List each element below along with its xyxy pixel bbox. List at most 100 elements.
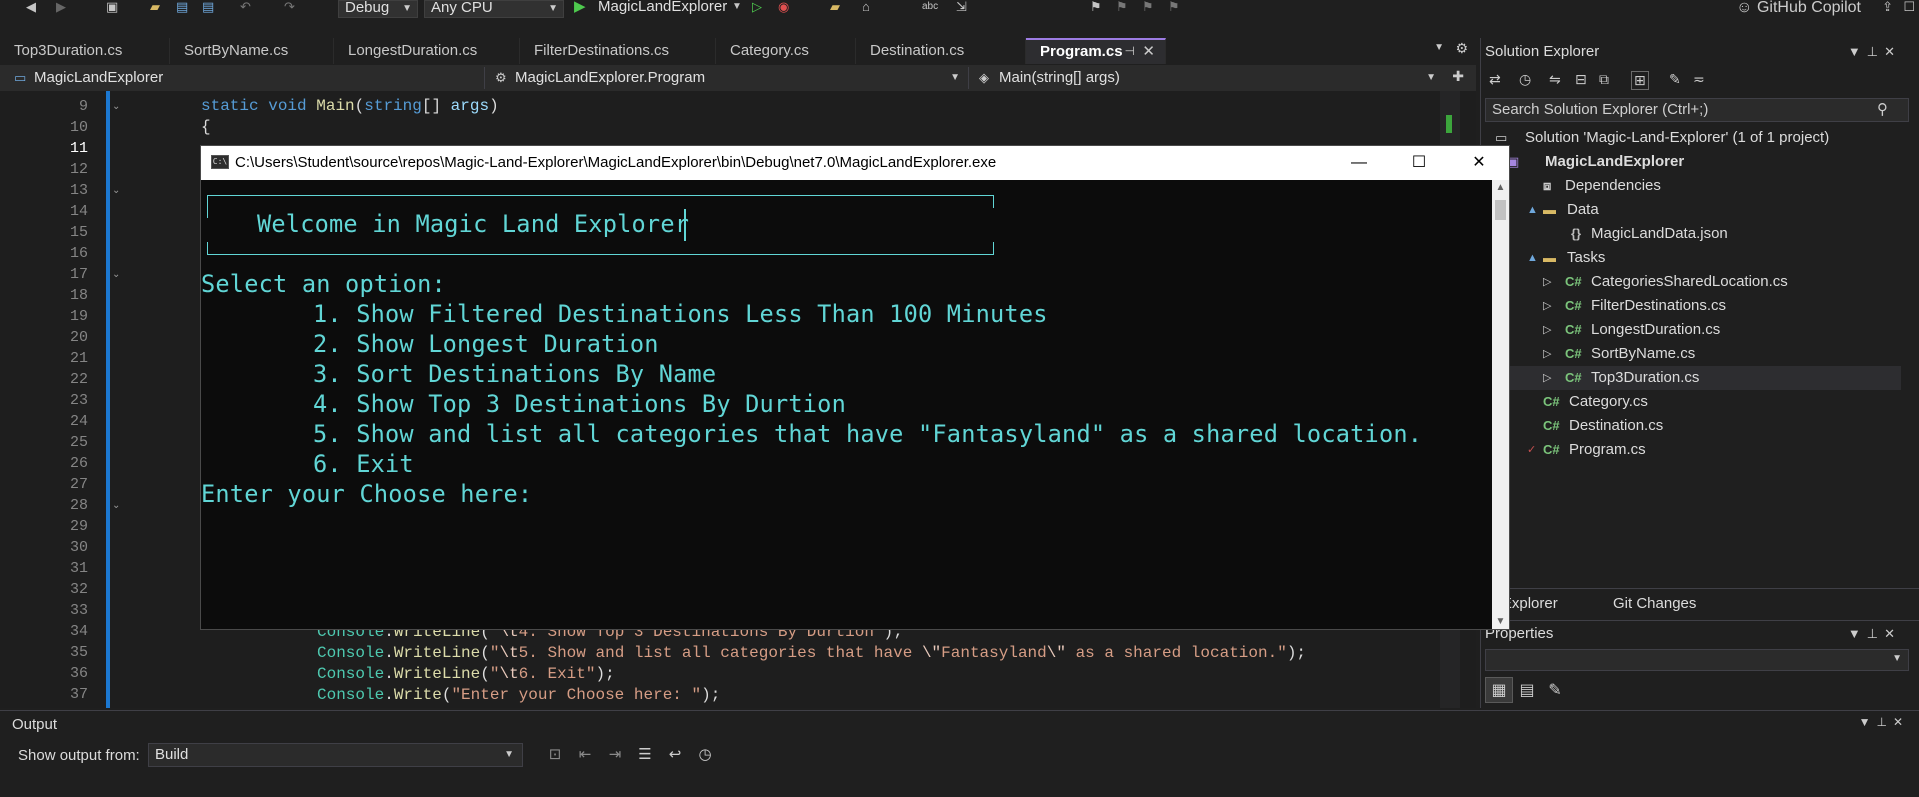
fold-toggle-icon[interactable]: ⌄ bbox=[112, 101, 120, 112]
collapse-all-icon[interactable]: ⊟ bbox=[1575, 71, 1587, 88]
close-icon[interactable]: ✕ bbox=[1884, 44, 1901, 59]
tab-git-changes[interactable]: Git Changes bbox=[1613, 589, 1696, 619]
platform-select[interactable]: Any CPU ▼ bbox=[424, 0, 564, 18]
console-titlebar[interactable]: C:\ C:\Users\Student\source\repos\Magic-… bbox=[201, 146, 1509, 180]
chevron-down-icon[interactable]: ▼ bbox=[1848, 626, 1867, 641]
clear-all-icon[interactable]: ☰ bbox=[630, 745, 660, 763]
next-message-icon[interactable]: ⇥ bbox=[600, 745, 630, 763]
pin-icon[interactable]: ⊣ bbox=[1125, 40, 1135, 63]
member-select[interactable]: ◈ Main(string[] args) ▼ bbox=[968, 67, 1444, 89]
redo-icon[interactable]: ↷ bbox=[284, 0, 295, 16]
filter-icon[interactable]: ⊞ bbox=[1631, 71, 1649, 90]
bookmark-icon[interactable]: ⚑ bbox=[1090, 0, 1102, 16]
class-select[interactable]: ⚙ MagicLandExplorer.Program ▼ bbox=[484, 67, 968, 89]
csharp-file-icon: C# bbox=[1565, 346, 1582, 361]
navigation-bar: ▭ MagicLandExplorer ⚙ MagicLandExplorer.… bbox=[0, 65, 1476, 91]
preview-icon[interactable]: ≂ bbox=[1693, 71, 1705, 88]
save-icon[interactable]: ▤ bbox=[176, 0, 188, 16]
property-pages-icon[interactable]: ✎ bbox=[1541, 678, 1569, 704]
show-all-files-icon[interactable]: ⧉ bbox=[1599, 71, 1609, 88]
prev-message-icon[interactable]: ⇤ bbox=[570, 745, 600, 763]
close-icon[interactable]: ✕ bbox=[1142, 40, 1155, 63]
chevron-down-icon[interactable]: ▼ bbox=[732, 0, 742, 16]
sync-icon[interactable]: ⇋ bbox=[1549, 71, 1561, 88]
properties-object-select[interactable]: ▼ bbox=[1485, 649, 1909, 671]
maximize-button[interactable]: ☐ bbox=[1389, 146, 1449, 180]
categorized-icon[interactable]: ▦ bbox=[1485, 677, 1513, 703]
tab-longestduration[interactable]: LongestDuration.cs bbox=[334, 38, 520, 64]
pin-icon[interactable]: ⊥ bbox=[1867, 44, 1884, 59]
method-icon: ◈ bbox=[979, 70, 989, 85]
save-all-icon[interactable]: ▤ bbox=[202, 0, 214, 16]
close-button[interactable]: ✕ bbox=[1449, 146, 1509, 180]
output-source-select[interactable]: Build ▼ bbox=[148, 743, 523, 767]
solution-search-input[interactable]: Search Solution Explorer (Ctrl+;) ⚲ bbox=[1485, 98, 1909, 122]
configuration-select[interactable]: Debug ▼ bbox=[338, 0, 418, 18]
line-number: 17 bbox=[69, 266, 88, 283]
line-number: 10 bbox=[69, 119, 88, 136]
share-icon[interactable]: ⇪ bbox=[1882, 0, 1893, 16]
fold-toggle-icon[interactable]: ⌄ bbox=[112, 500, 120, 511]
line-number: 21 bbox=[69, 350, 88, 367]
tab-program[interactable]: Program.cs ⊣ ✕ bbox=[1026, 38, 1166, 64]
tree-item-file-selected[interactable]: ▷ C# Top3Duration.cs bbox=[1481, 366, 1901, 390]
hot-reload-icon[interactable]: ◉ bbox=[778, 0, 789, 16]
pin-icon[interactable]: ⊥ bbox=[1876, 715, 1892, 729]
line-number: 36 bbox=[69, 665, 88, 682]
timestamp-icon[interactable]: ◷ bbox=[690, 745, 720, 763]
expand-arrow-icon[interactable]: ▷ bbox=[1543, 366, 1551, 390]
fold-toggle-icon[interactable]: ⌄ bbox=[112, 185, 120, 196]
open-folder-icon[interactable]: ▰ bbox=[150, 0, 160, 16]
back-icon[interactable]: ◀ bbox=[26, 0, 36, 16]
expand-arrow-icon[interactable]: ▷ bbox=[1543, 294, 1551, 318]
tab-sortbyname[interactable]: SortByName.cs bbox=[170, 38, 334, 64]
forward-icon[interactable]: ▶ bbox=[56, 0, 66, 16]
pin-icon[interactable]: ⊥ bbox=[1867, 626, 1884, 641]
close-icon[interactable]: ✕ bbox=[1884, 626, 1901, 641]
project-scope-select[interactable]: ▭ MagicLandExplorer bbox=[4, 67, 484, 89]
bookmark-next-icon[interactable]: ⚑ bbox=[1142, 0, 1154, 16]
start-debug-icon[interactable]: ▶ bbox=[574, 0, 586, 16]
history-icon[interactable]: ◷ bbox=[1519, 71, 1531, 88]
csharp-file-icon: C# bbox=[1543, 442, 1560, 457]
scroll-down-icon[interactable]: ▼ bbox=[1492, 616, 1509, 627]
scroll-up-icon[interactable]: ▲ bbox=[1492, 182, 1509, 193]
start-without-debug-icon[interactable]: ▷ bbox=[752, 0, 762, 16]
alphabetical-icon[interactable]: ▤ bbox=[1513, 678, 1541, 704]
word-wrap-icon[interactable]: ↩ bbox=[660, 745, 690, 763]
code-line-35: Console.WriteLine("\t5. Show and list al… bbox=[317, 644, 1307, 662]
chevron-down-icon[interactable]: ▼ bbox=[1859, 715, 1877, 729]
tab-filterdestinations[interactable]: FilterDestinations.cs bbox=[520, 38, 716, 64]
copilot-button[interactable]: ☺ GitHub Copilot bbox=[1736, 0, 1861, 16]
fold-toggle-icon[interactable]: ⌄ bbox=[112, 269, 120, 280]
bookmark-prev-icon[interactable]: ⚑ bbox=[1116, 0, 1128, 16]
spellcheck-icon[interactable]: abc bbox=[922, 0, 938, 16]
build-icon[interactable]: ⌂ bbox=[862, 0, 870, 16]
minimize-button[interactable]: — bbox=[1329, 146, 1389, 180]
find-message-icon[interactable]: ⊡ bbox=[540, 745, 570, 763]
switch-views-icon[interactable]: ⇄ bbox=[1489, 71, 1501, 88]
expand-arrow-icon[interactable]: ▷ bbox=[1543, 318, 1551, 342]
close-icon[interactable]: ✕ bbox=[1893, 715, 1909, 729]
gear-icon[interactable]: ⚙ bbox=[1455, 40, 1468, 57]
tab-top3duration[interactable]: Top3Duration.cs bbox=[0, 38, 170, 64]
expand-arrow-icon[interactable]: ▷ bbox=[1543, 270, 1551, 294]
split-icon[interactable]: ✚ bbox=[1452, 68, 1464, 85]
expand-arrow-icon[interactable]: ▷ bbox=[1543, 342, 1551, 366]
tab-destination[interactable]: Destination.cs bbox=[856, 38, 1026, 64]
tab-overflow-icon[interactable]: ▼ bbox=[1434, 42, 1444, 53]
bookmark-clear-icon[interactable]: ⚑ bbox=[1168, 0, 1180, 16]
run-target-button[interactable]: MagicLandExplorer bbox=[598, 0, 727, 16]
console-scrollbar[interactable]: ▲ ▼ bbox=[1492, 180, 1509, 629]
properties-wrench-icon[interactable]: ✎ bbox=[1669, 71, 1681, 88]
step-icon[interactable]: ⇲ bbox=[956, 0, 967, 16]
console-window[interactable]: C:\ C:\Users\Student\source\repos\Magic-… bbox=[200, 145, 1510, 630]
new-project-icon[interactable]: ▣ bbox=[106, 0, 118, 16]
feedback-icon[interactable]: ☐ bbox=[1903, 0, 1915, 16]
browse-icon[interactable]: ▰ bbox=[830, 0, 840, 16]
scroll-thumb[interactable] bbox=[1495, 200, 1506, 220]
console-output[interactable]: Welcome in Magic Land Explorer Select an… bbox=[201, 180, 1509, 629]
undo-icon[interactable]: ↶ bbox=[240, 0, 251, 16]
chevron-down-icon[interactable]: ▼ bbox=[1848, 44, 1867, 59]
tab-category[interactable]: Category.cs bbox=[716, 38, 856, 64]
